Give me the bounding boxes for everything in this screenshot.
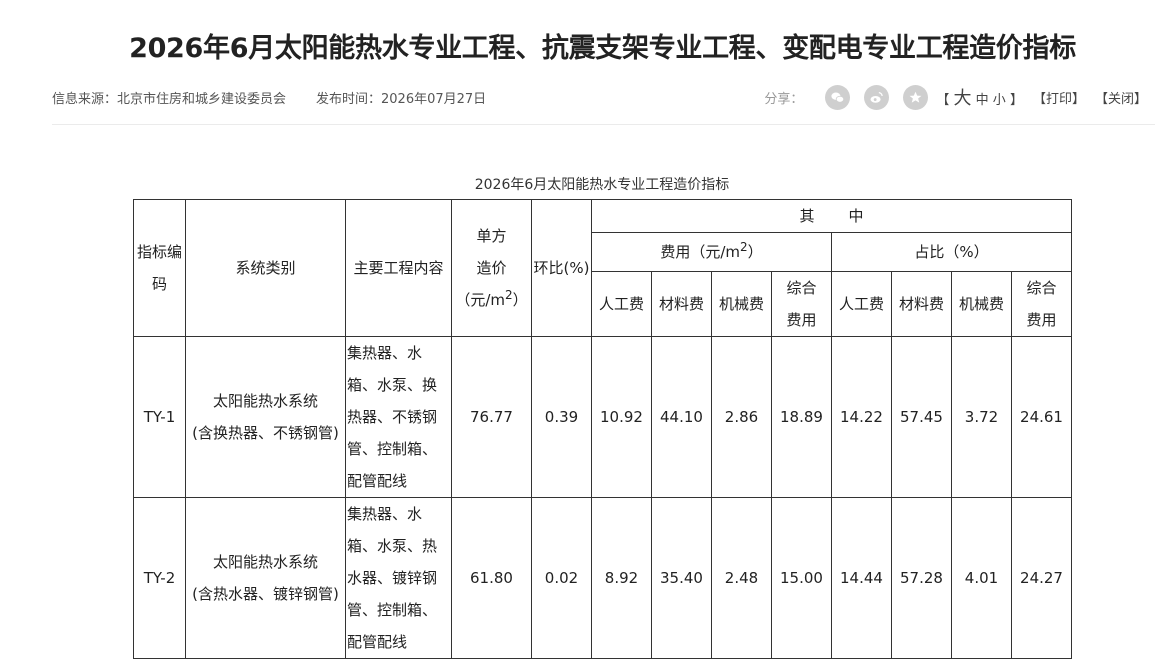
header-material-pct: 材料费 [891, 271, 952, 337]
row-machine-pct: 4.01 [951, 497, 1012, 659]
header-unit-cost: 单方 造价 （元/m2） [451, 199, 532, 337]
header-system-type: 系统类别 [185, 199, 346, 337]
wechat-icon[interactable] [825, 84, 851, 110]
row-code: TY-2 [133, 497, 186, 659]
header-labor-pct: 人工费 [831, 271, 892, 337]
row-labor-pct: 14.22 [831, 336, 892, 498]
bracket-open: 【 [936, 93, 950, 108]
row-overall-cost: 18.89 [771, 336, 832, 498]
row-unit-cost: 76.77 [451, 336, 532, 498]
header-share-group: 占比（%） [830, 232, 1073, 272]
row-unit-cost: 61.80 [451, 497, 532, 659]
row-ratio: 0.39 [531, 336, 592, 498]
row-material-pct: 57.28 [891, 497, 952, 659]
close-button[interactable]: 【关闭】 [1095, 88, 1147, 107]
row-main-content: 集热器、水 箱、水泵、热 水器、镀锌钢 管、控制箱、 配管配线 [345, 497, 452, 659]
row-overall-pct: 24.27 [1010, 497, 1073, 659]
header-among: 其中 [590, 199, 1073, 233]
header-material-cost: 材料费 [651, 271, 712, 337]
table-row: TY-2 太阳能热水系统 (含热水器、镀锌钢管) 集热器、水 箱、水泵、热 水器、镀锌… [133, 497, 1073, 659]
header-overall-pct: 综合 费用 [1010, 271, 1073, 337]
header-code: 指标编码 [133, 199, 186, 337]
row-labor-cost: 10.92 [591, 336, 652, 498]
header-ratio: 环比(%) [531, 199, 592, 337]
row-labor-pct: 14.44 [831, 497, 892, 659]
header-machine-pct: 机械费 [951, 271, 1012, 337]
row-system-type: 太阳能热水系统 (含热水器、镀锌钢管) [185, 497, 346, 659]
row-overall-pct: 24.61 [1010, 336, 1073, 498]
row-machine-cost: 2.86 [711, 336, 772, 498]
article-meta: 信息来源：北京市住房和城乡建设委员会 发布时间：2026年07月27日 [52, 88, 486, 107]
table-row: TY-1 太阳能热水系统 (含换热器、不锈钢管) 集热器、水 箱、水泵、换 热器、不锈… [133, 336, 1073, 498]
row-machine-cost: 2.48 [711, 497, 772, 659]
header-machine-cost: 机械费 [711, 271, 772, 337]
table-caption: 2026年6月太阳能热水专业工程造价指标 [474, 177, 730, 193]
row-labor-cost: 8.92 [591, 497, 652, 659]
row-material-cost: 35.40 [651, 497, 712, 659]
row-ratio: 0.02 [531, 497, 592, 659]
row-main-content: 集热器、水 箱、水泵、换 热器、不锈钢 管、控制箱、 配管配线 [345, 336, 452, 498]
row-code: TY-1 [133, 336, 186, 498]
info-source: 信息来源：北京市住房和城乡建设委员会 [52, 92, 287, 107]
font-large-button[interactable]: 大 [954, 88, 972, 109]
favorite-icon[interactable] [903, 84, 929, 110]
row-material-cost: 44.10 [651, 336, 712, 498]
header-row-1: 指标编码 系统类别 主要工程内容 单方 造价 （元/m2） 环比(%) 其中 [133, 199, 1073, 337]
bracket-close: 】 [1009, 93, 1023, 108]
header-main-content: 主要工程内容 [345, 199, 452, 337]
row-machine-pct: 3.72 [951, 336, 1012, 498]
print-button[interactable]: 【打印】 [1033, 88, 1085, 107]
header-overall-cost: 综合 费用 [771, 271, 832, 337]
font-medium-button[interactable]: 中 [976, 93, 989, 108]
header-labor-cost: 人工费 [591, 271, 652, 337]
cost-index-table: 指标编码 系统类别 主要工程内容 单方 造价 （元/m2） 环比(%) 其中 费用（… [133, 199, 1073, 659]
row-system-type: 太阳能热水系统 (含换热器、不锈钢管) [185, 336, 346, 498]
page-title: 2026年6月太阳能热水专业工程、抗震支架专业工程、变配电专业工程造价指标 [129, 33, 1076, 64]
header-divider [52, 124, 1155, 125]
row-material-pct: 57.45 [891, 336, 952, 498]
share-toolbar: 分享： 【 大 中 小 】 【打印】 【关闭】 [764, 80, 1147, 114]
row-overall-cost: 15.00 [771, 497, 832, 659]
share-label: 分享： [764, 91, 804, 107]
weibo-icon[interactable] [864, 84, 890, 110]
font-size-selector: 【 大 中 小 】 [936, 84, 1023, 110]
article-page: 2026年6月太阳能热水专业工程、抗震支架专业工程、变配电专业工程造价指标 信息… [0, 0, 1155, 670]
font-small-button[interactable]: 小 [993, 93, 1006, 108]
header-cost-group: 费用（元/m2） [591, 232, 832, 272]
publish-time: 发布时间：2026年07月27日 [316, 92, 487, 107]
